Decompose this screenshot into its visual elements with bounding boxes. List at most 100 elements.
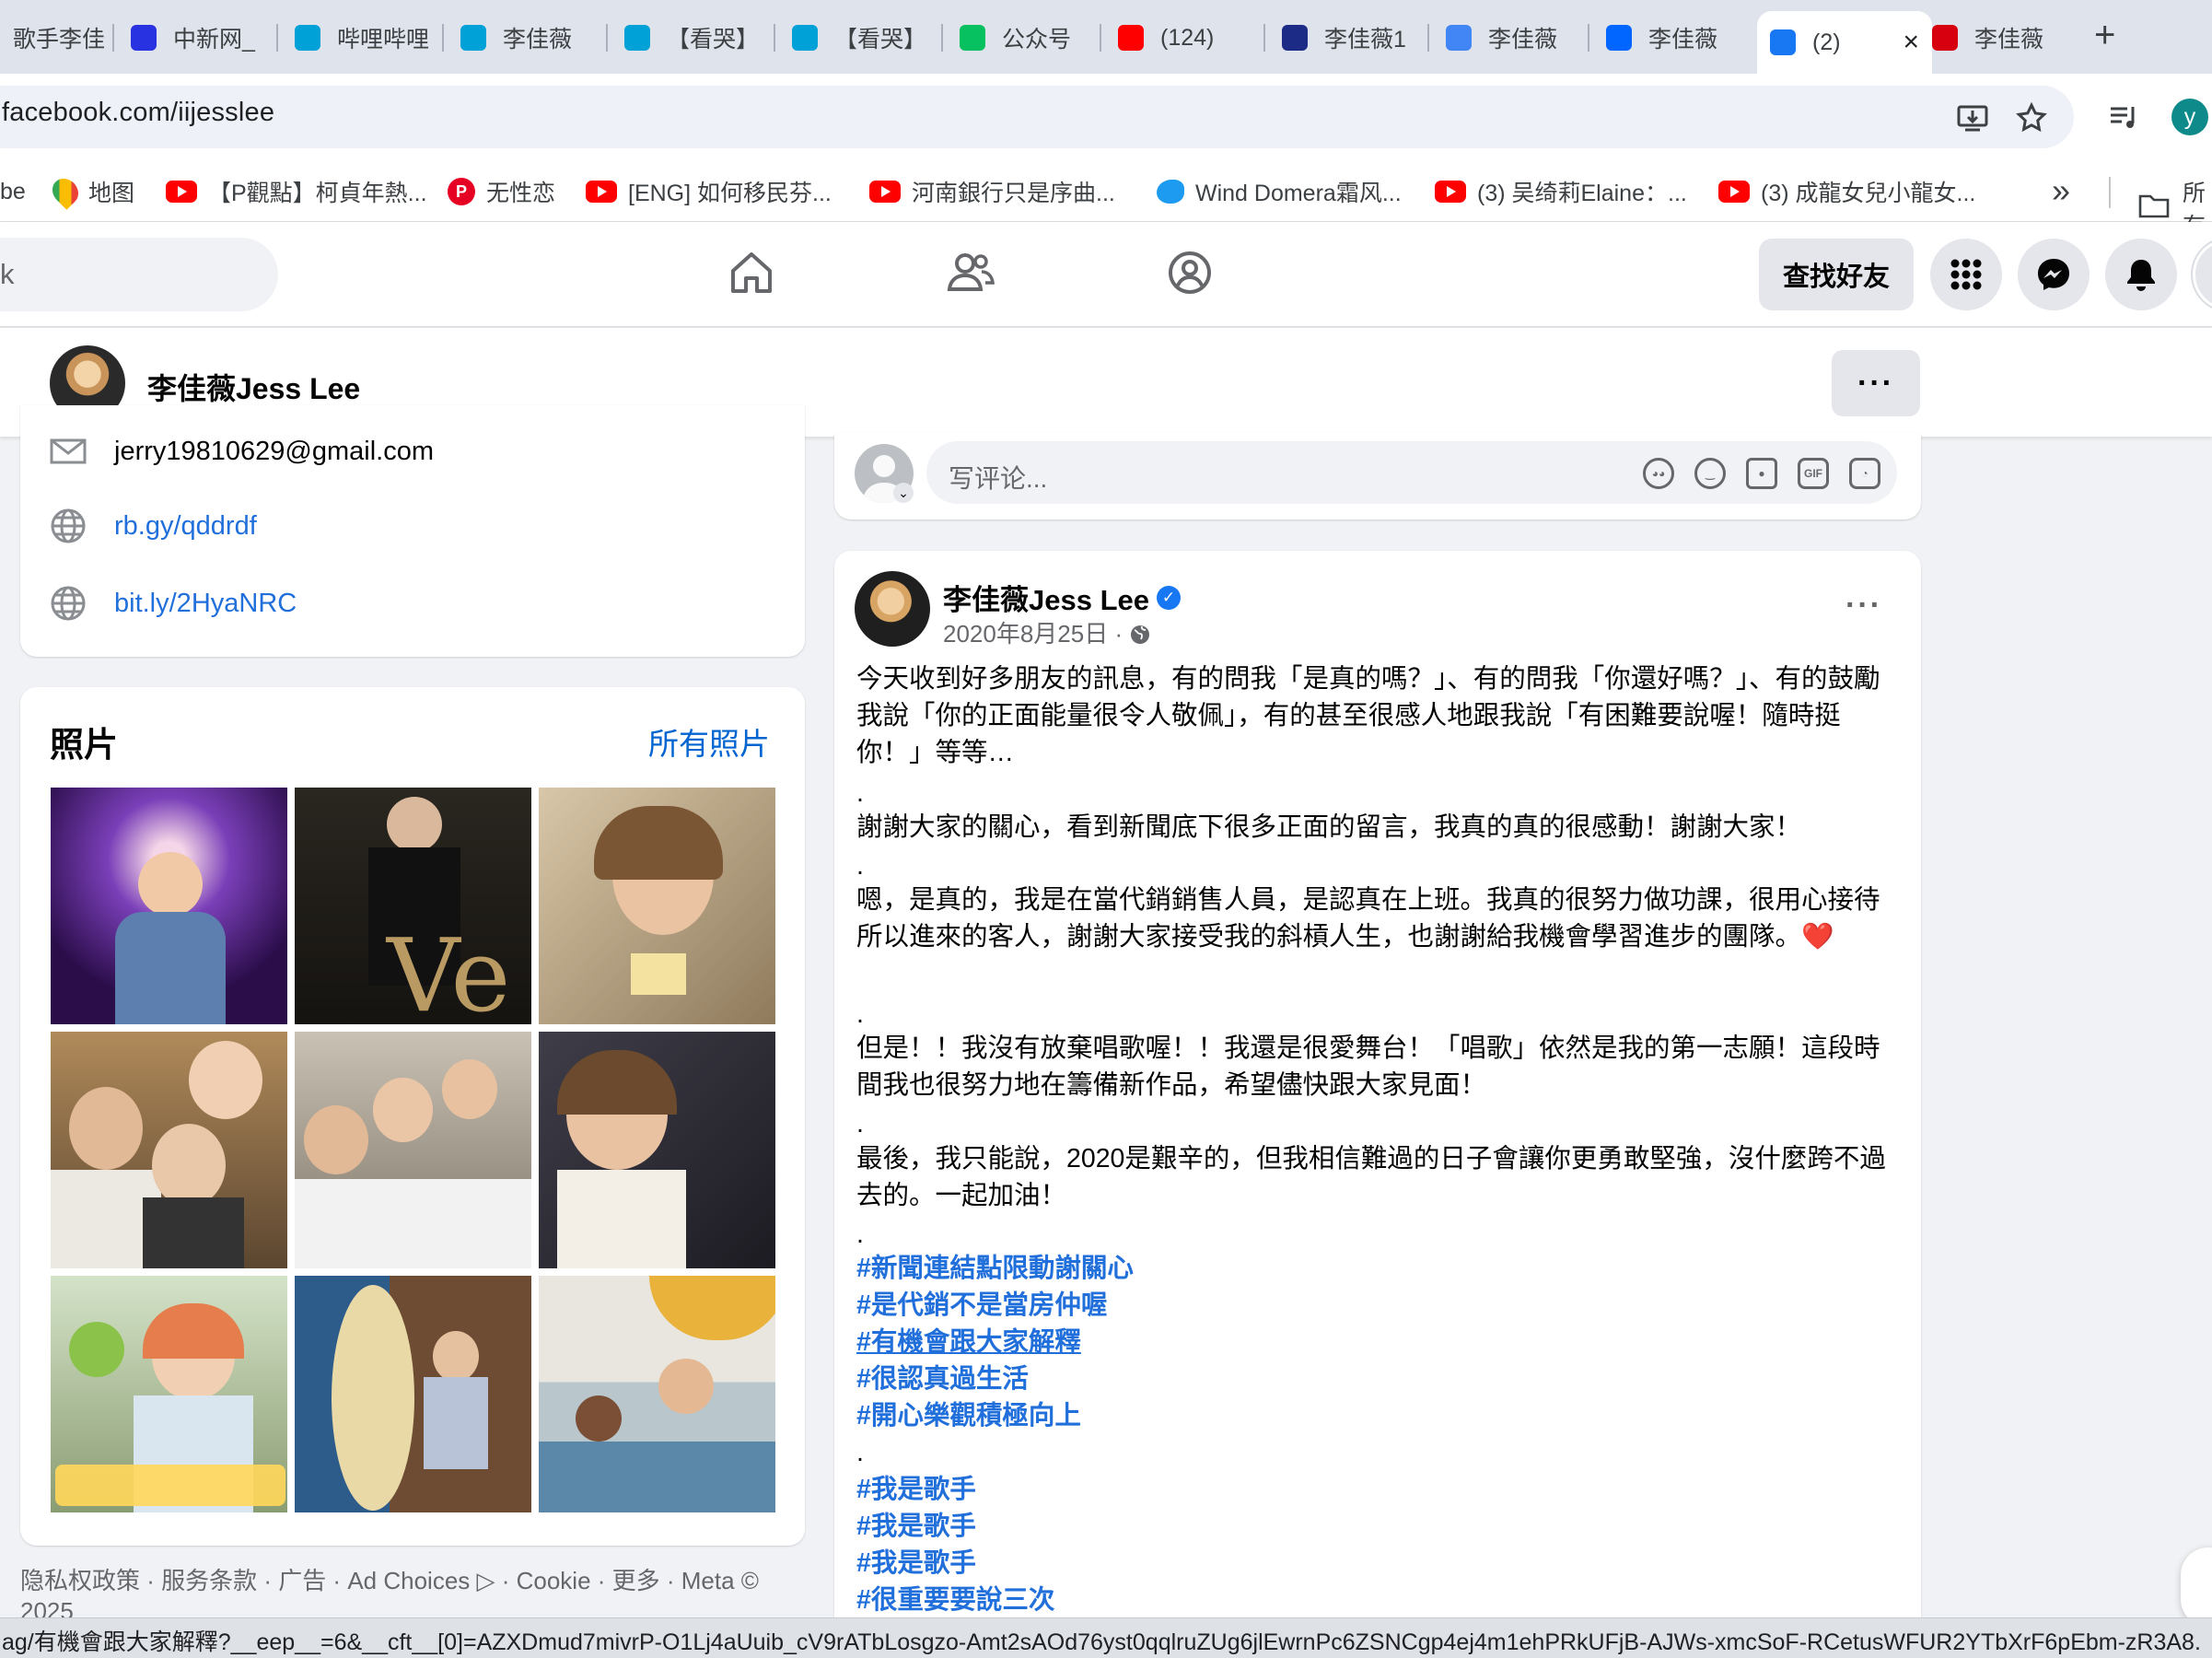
photo-thumbnail[interactable]: Ve bbox=[295, 788, 531, 1024]
profile-more-button[interactable]: ··· bbox=[1832, 350, 1920, 416]
browser-tab[interactable]: 李佳薇 bbox=[448, 9, 604, 66]
browser-tab[interactable]: 李佳薇1 bbox=[1269, 9, 1426, 66]
bilibili-icon bbox=[460, 25, 486, 51]
hashtag-link[interactable]: #是代銷不是當房仲喔 bbox=[856, 1287, 1107, 1324]
groups-icon[interactable] bbox=[1166, 249, 1214, 301]
browser-tab[interactable]: 中新网_ bbox=[118, 9, 274, 66]
bookmark-item[interactable]: be bbox=[0, 175, 26, 208]
browser-tab-title: 歌手李佳 bbox=[13, 27, 106, 53]
browser-tab[interactable]: 李佳薇 bbox=[1919, 9, 2076, 66]
bookmark-star-icon[interactable] bbox=[2015, 101, 2048, 139]
gif-icon[interactable]: GIF bbox=[1798, 458, 1829, 489]
bookmarks-overflow-icon[interactable]: » bbox=[2052, 171, 2070, 210]
bookmark-label: (3) 成龍女兒小龍女... bbox=[1761, 181, 1976, 206]
hashtag-link[interactable]: #很重要要說三次 bbox=[856, 1582, 1054, 1618]
browser-tab[interactable]: 【看哭】 bbox=[779, 9, 936, 66]
photo-thumbnail[interactable] bbox=[51, 1276, 287, 1512]
photo-thumbnail[interactable] bbox=[51, 1032, 287, 1268]
hashtag-link[interactable]: #我是歌手 bbox=[856, 1545, 976, 1582]
hashtag-link[interactable]: #我是歌手 bbox=[856, 1508, 976, 1545]
pinterest-icon: P bbox=[448, 178, 475, 205]
find-friends-button[interactable]: 查找好友 bbox=[1759, 239, 1914, 310]
address-bar[interactable] bbox=[0, 86, 2074, 148]
address-bar-url[interactable]: facebook.com/iijesslee bbox=[2, 98, 274, 128]
intro-link-row: bit.ly/2HyaNRC bbox=[50, 585, 297, 622]
browser-tab[interactable]: (124) bbox=[1105, 9, 1262, 66]
dawan-icon bbox=[1282, 25, 1308, 51]
messenger-icon bbox=[2038, 259, 2069, 290]
bilibili-icon bbox=[792, 25, 818, 51]
photo-thumbnail[interactable] bbox=[295, 1276, 531, 1512]
post-author[interactable]: 李佳薇Jess Lee ✓ bbox=[943, 577, 1181, 618]
bookmark-item[interactable]: 【P觀點】柯貞年熱... bbox=[166, 175, 427, 208]
bookmark-label: [ENG] 如何移民芬... bbox=[628, 181, 832, 206]
intro-link[interactable]: bit.ly/2HyaNRC bbox=[114, 589, 297, 619]
photo-thumbnail[interactable] bbox=[539, 1032, 775, 1268]
camera-icon[interactable]: ● bbox=[1746, 458, 1777, 489]
messenger-button[interactable] bbox=[2018, 239, 2090, 310]
chat-bubble-button[interactable] bbox=[2181, 1547, 2212, 1627]
post-author-avatar[interactable] bbox=[855, 571, 930, 647]
media-controls-icon[interactable] bbox=[2107, 101, 2140, 139]
tab-separator bbox=[442, 24, 444, 52]
tab-separator bbox=[1588, 24, 1589, 52]
post-author-name[interactable]: 李佳薇Jess Lee bbox=[943, 577, 1149, 618]
photo-thumbnail[interactable] bbox=[539, 788, 775, 1024]
bookmark-item[interactable]: (3) 吴绮莉Elaine：... bbox=[1435, 175, 1687, 208]
post-more-icon[interactable]: ··· bbox=[1845, 588, 1882, 624]
hashtag-link[interactable]: #有機會跟大家解釋 bbox=[856, 1324, 1081, 1360]
emoji-icon[interactable]: ‿ bbox=[1694, 458, 1726, 489]
browser-tab[interactable]: 公众号 bbox=[947, 9, 1094, 66]
google-icon bbox=[1446, 25, 1472, 51]
zhihu-icon bbox=[1606, 25, 1632, 51]
photo-thumbnail[interactable] bbox=[539, 1276, 775, 1512]
browser-tab[interactable]: (2) × bbox=[1757, 11, 1932, 74]
menu-grid-button[interactable] bbox=[1930, 239, 2002, 310]
bookmark-item[interactable]: P 无性恋 bbox=[448, 175, 555, 208]
browser-tab[interactable]: 【看哭】 bbox=[611, 9, 768, 66]
profile-avatar[interactable]: y bbox=[2171, 99, 2208, 135]
friends-icon[interactable] bbox=[947, 249, 995, 301]
photo-thumbnail[interactable] bbox=[295, 1032, 531, 1268]
youtube-icon bbox=[166, 181, 197, 203]
profile-name[interactable]: 李佳薇Jess Lee bbox=[147, 366, 360, 408]
hashtag-link[interactable]: #我是歌手 bbox=[856, 1471, 976, 1508]
photo-thumbnail[interactable] bbox=[51, 788, 287, 1024]
youtube-icon bbox=[1718, 181, 1750, 203]
bookmark-item[interactable]: 河南銀行只是序曲... bbox=[869, 175, 1115, 208]
notifications-button[interactable] bbox=[2105, 239, 2177, 310]
post-date[interactable]: 2020年8月25日 · bbox=[943, 620, 1123, 648]
all-photos-link[interactable]: 所有照片 bbox=[648, 719, 770, 764]
intro-link[interactable]: rb.gy/qddrdf bbox=[114, 511, 257, 542]
bookmark-item[interactable]: 地图 bbox=[47, 173, 134, 210]
post-timestamp[interactable]: 2020年8月25日 · bbox=[943, 615, 1151, 649]
home-icon[interactable] bbox=[728, 249, 775, 301]
intro-email[interactable]: jerry19810629@gmail.com bbox=[114, 437, 434, 467]
hashtag-link[interactable]: #很認真過生活 bbox=[856, 1360, 1029, 1397]
browser-tab[interactable]: 哔哩哔哩 bbox=[282, 9, 438, 66]
sticker-icon[interactable]: ◔ bbox=[1849, 458, 1880, 489]
avatar-sticker-icon[interactable]: ◕◕ bbox=[1643, 458, 1674, 489]
browser-tab[interactable]: 歌手李佳 bbox=[0, 9, 111, 66]
install-app-icon[interactable] bbox=[1956, 101, 1989, 139]
bookmark-item[interactable]: (3) 成龍女兒小龍女... bbox=[1718, 175, 1975, 208]
globe-icon bbox=[51, 508, 86, 543]
browser-tab[interactable]: 李佳薇 bbox=[1433, 9, 1586, 66]
browser-tab-title: 哔哩哔哩 bbox=[337, 27, 430, 53]
chevron-down-icon[interactable]: ⌄ bbox=[893, 483, 914, 503]
new-tab-button[interactable]: + bbox=[2094, 15, 2115, 56]
hashtag-link[interactable]: #新聞連結點限動謝關心 bbox=[856, 1250, 1134, 1287]
post-paragraph: 但是！！我沒有放棄唱歌喔！！我還是很愛舞台！「唱歌」依然是我的第一志願！這段時間… bbox=[856, 1033, 1880, 1100]
browser-tab-title: 【看哭】 bbox=[667, 27, 760, 53]
browser-tab[interactable]: 李佳薇 bbox=[1593, 9, 1750, 66]
hashtag-link[interactable]: #開心樂觀積極向上 bbox=[856, 1397, 1081, 1434]
maps-icon bbox=[47, 173, 84, 210]
close-tab-icon[interactable]: × bbox=[1903, 27, 1919, 58]
youtube-icon bbox=[586, 181, 617, 203]
bookmark-label: 【P觀點】柯貞年熱... bbox=[208, 181, 427, 206]
wechat-icon bbox=[960, 25, 985, 51]
bookmark-item[interactable]: [ENG] 如何移民芬... bbox=[586, 175, 832, 208]
bookmark-label: be bbox=[0, 178, 26, 204]
facebook-search-input[interactable] bbox=[0, 238, 278, 311]
bookmark-item[interactable]: Wind Domera霜风... bbox=[1157, 175, 1402, 208]
